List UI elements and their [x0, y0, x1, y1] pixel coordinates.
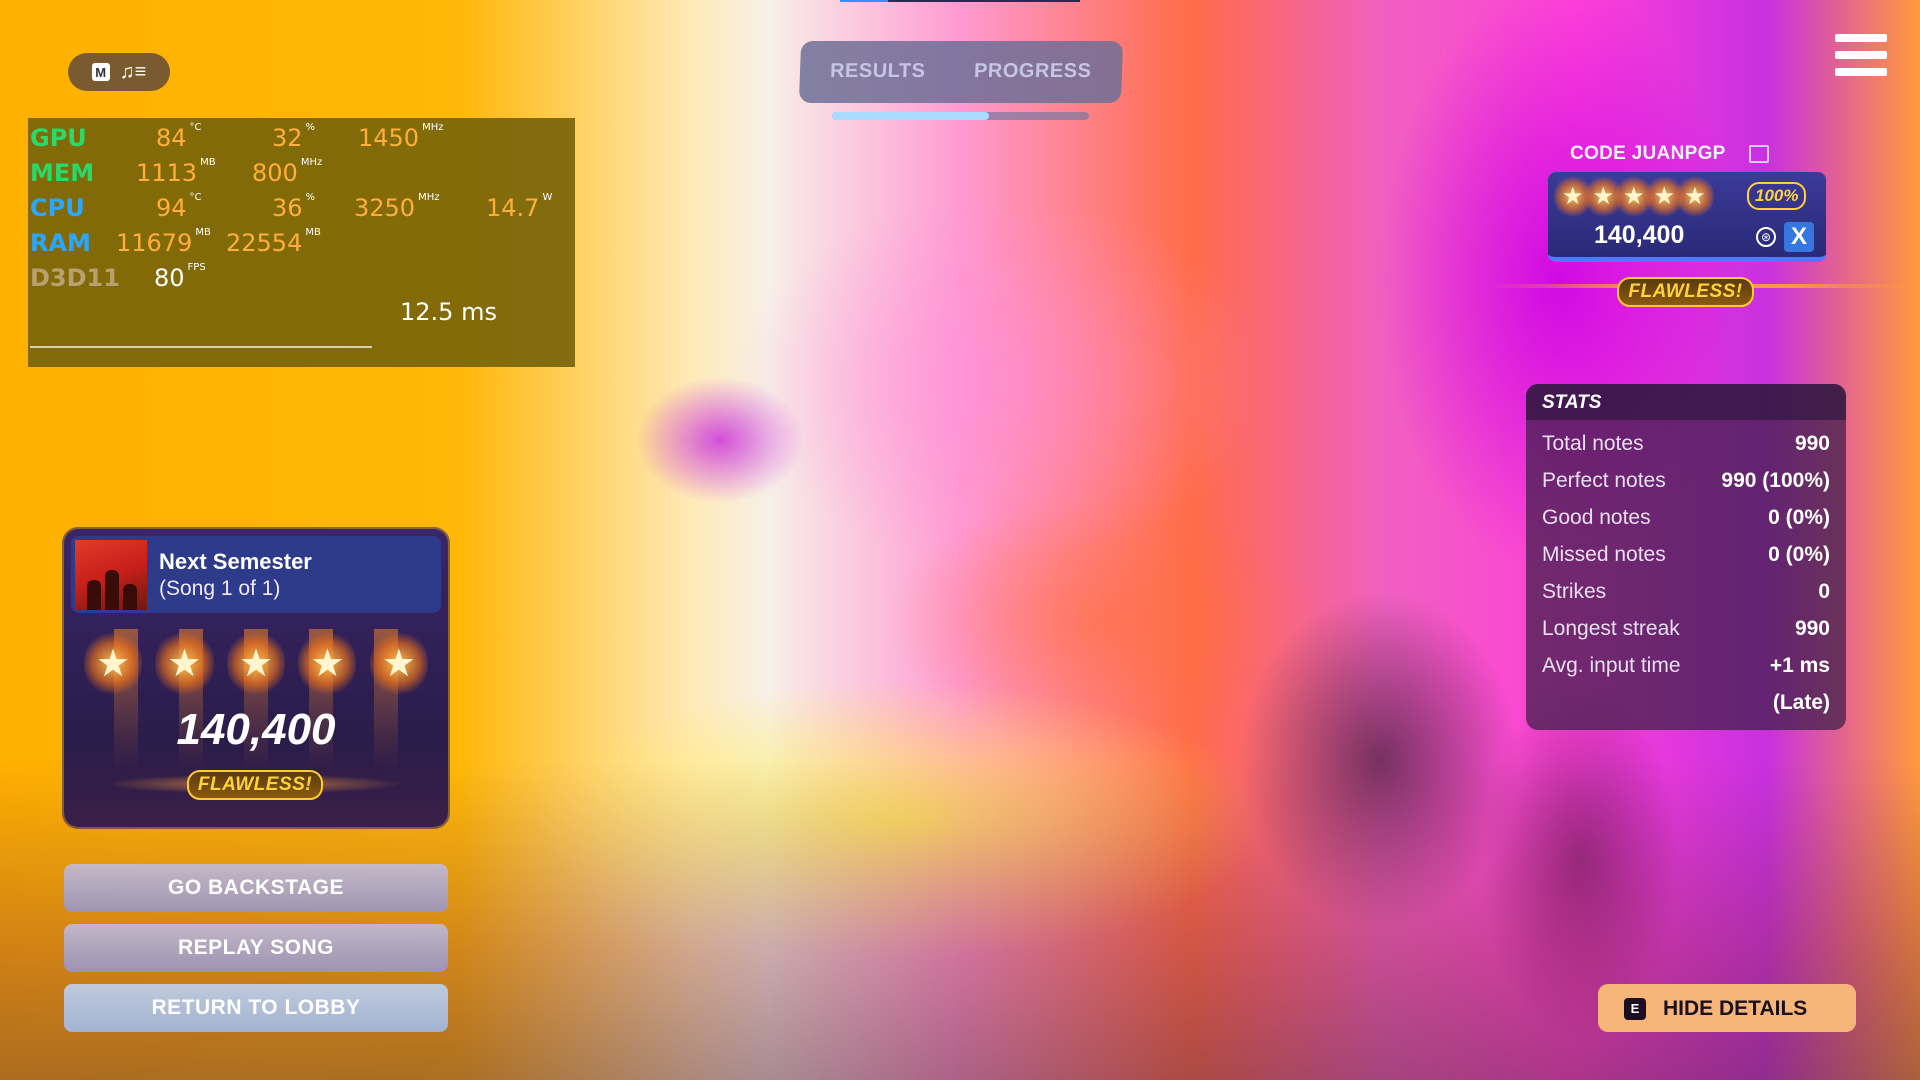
top-progress-sliver — [840, 0, 1080, 2]
star-icon: ★ — [83, 629, 143, 698]
mode-pill[interactable]: M ♫≡ — [68, 53, 170, 91]
perf-value: 80 FPS — [154, 262, 206, 292]
stats-panel: STATS Total notes 990 Perfect notes 990 (1… — [1526, 384, 1846, 730]
frametime-readout: 12.5 ms — [400, 298, 497, 326]
player-score-card: ★ ★ ★ ★ ★ 100% 140,400 ⊛ X — [1548, 172, 1826, 262]
star-icon: ★ — [1645, 174, 1683, 219]
tab-progress[interactable]: PROGRESS — [974, 60, 1092, 83]
star-icon: ★ — [1615, 174, 1652, 219]
perf-value: 94 °C — [156, 192, 202, 222]
song-title: Next Semester — [159, 549, 312, 574]
close-button[interactable]: X — [1784, 222, 1814, 252]
perf-row-d3d11: D3D11 80 FPS — [28, 262, 575, 298]
perf-row-ram: RAM 11679 MB 22554 MB — [28, 227, 575, 263]
performance-overlay: GPU 84 °C 32% 1450 MHz MEM 1113 MB 800 MHz C… — [28, 118, 575, 367]
stats-title: STATS — [1542, 392, 1602, 413]
star-icon: ★ — [1554, 174, 1591, 219]
perf-label: MEM — [30, 159, 95, 187]
perf-value: 1113 MB — [136, 157, 216, 187]
profile-card-icon[interactable] — [1749, 145, 1769, 163]
perf-value: 14.7 W — [486, 192, 553, 222]
music-list-icon: ♫≡ — [119, 60, 147, 83]
e-key-icon: E — [1624, 998, 1646, 1020]
go-backstage-button[interactable]: GO BACKSTAGE — [64, 864, 448, 912]
song-stars: ★ ★ ★ ★ ★ — [83, 629, 429, 698]
star-icon: ★ — [226, 629, 286, 698]
tab-results[interactable]: RESULTS — [830, 60, 926, 83]
hide-details-button[interactable]: E HIDE DETAILS — [1598, 984, 1856, 1032]
perf-label: GPU — [30, 124, 87, 152]
perf-label: RAM — [30, 229, 91, 257]
perf-label: CPU — [30, 194, 85, 222]
star-icon: ★ — [298, 629, 357, 698]
song-score: 140,400 — [176, 705, 336, 754]
player-name: CODE JUANPGP — [1570, 143, 1726, 164]
perf-value: 3250 MHz — [354, 192, 440, 222]
accuracy-badge: 100% — [1747, 182, 1807, 210]
perf-value: 36% — [272, 192, 316, 222]
results-tabs: RESULTS PROGRESS — [798, 41, 1124, 103]
song-position: (Song 1 of 1) — [159, 577, 281, 600]
perf-row-gpu: GPU 84 °C 32% 1450 MHz — [28, 122, 575, 158]
playstation-icon: ⊛ — [1756, 227, 1776, 247]
star-icon: ★ — [369, 629, 429, 698]
perf-value: 22554 MB — [226, 227, 321, 257]
return-to-lobby-button[interactable]: RETURN TO LOBBY — [64, 984, 448, 1032]
perf-value: 800 MHz — [252, 157, 323, 187]
perf-row-cpu: CPU 94 °C 36% 3250 MHz 14.7 W — [28, 192, 575, 228]
star-icon: ★ — [1676, 174, 1713, 219]
perf-value: 84 °C — [156, 122, 202, 152]
song-result-card: Next Semester (Song 1 of 1) ★ ★ ★ ★ ★ 140,40… — [64, 529, 448, 827]
star-icon: ★ — [1584, 174, 1622, 219]
perf-row-mem: MEM 1113 MB 800 MHz — [28, 157, 575, 193]
frametime-graph — [30, 346, 372, 348]
player-stars: ★ ★ ★ ★ ★ — [1554, 174, 1713, 219]
replay-song-button[interactable]: REPLAY SONG — [64, 924, 448, 972]
perf-value: 11679 MB — [116, 227, 211, 257]
m-key-icon: M — [91, 63, 110, 81]
flawless-badge: FLAWLESS! — [1617, 277, 1754, 307]
song-header: Next Semester (Song 1 of 1) — [71, 536, 441, 613]
player-score: 140,400 — [1594, 221, 1685, 249]
tab-indicator — [832, 112, 989, 120]
perf-value: 1450 MHz — [358, 122, 444, 152]
perf-value: 32% — [272, 122, 316, 152]
star-icon: ★ — [155, 629, 214, 698]
perf-label: D3D11 — [30, 264, 120, 292]
hide-details-label: HIDE DETAILS — [1663, 997, 1808, 1020]
hamburger-menu-icon[interactable] — [1835, 34, 1887, 76]
flawless-badge: FLAWLESS! — [187, 770, 323, 800]
album-art — [75, 540, 147, 610]
